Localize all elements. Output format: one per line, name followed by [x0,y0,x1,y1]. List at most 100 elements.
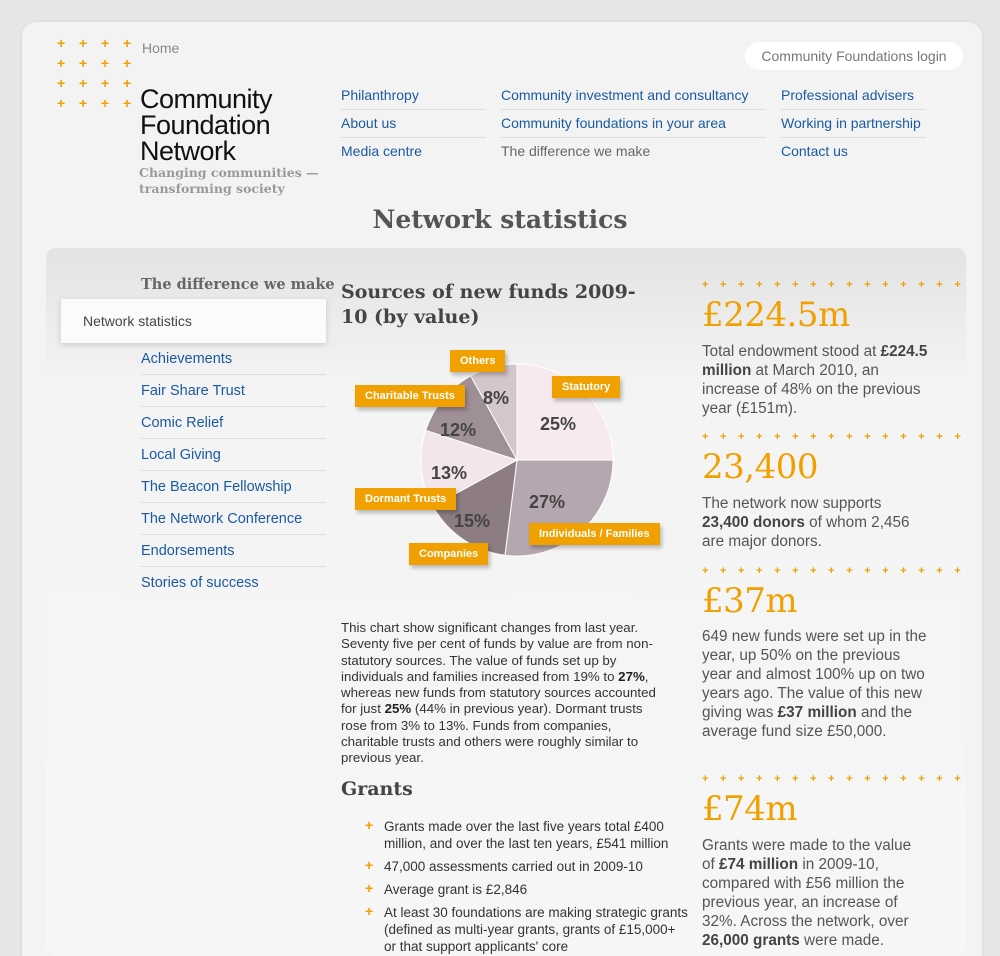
stat-endowment-value: £224.5m [702,295,850,335]
tagline-line: Changing communities — [139,165,319,180]
list-item-text: Grants made over the last five years tot… [384,819,669,851]
logo-plus-icon: + [57,95,66,111]
list-item: + Average grant is £2,846 [365,880,690,898]
plus-divider-icon: +++++++++++++++ [702,773,973,785]
chart-label-statutory: Statutory [552,376,621,398]
sidebar-item-beacon-fellowship[interactable]: The Beacon Fellowship [141,471,326,503]
chart-value-others: 8% [483,388,510,408]
stat-new-funds-text: 649 new funds were set up in the year, u… [702,627,928,741]
pie-chart: Others Statutory Charitable Trusts Dorma… [346,346,676,576]
plus-bullet-icon: + [365,880,374,896]
nav-column-1: Philanthropy About us Media centre [341,82,486,166]
nav-philanthropy[interactable]: Philanthropy [341,82,486,110]
site-logo[interactable]: Community Foundation Network [140,84,273,166]
home-link[interactable]: Home [142,40,179,56]
plus-divider-icon: +++++++++++++++ [702,565,973,577]
nav-media-centre[interactable]: Media centre [341,138,486,166]
tagline: Changing communities — transforming soci… [139,165,319,197]
logo-line: Foundation [140,110,271,140]
list-item-text: At least 30 foundations are making strat… [384,905,688,954]
logo-plus-icon: + [101,35,110,51]
chart-label-dormant-trusts: Dormant Trusts [355,488,457,510]
nav-difference-we-make[interactable]: The difference we make [501,138,766,166]
logo-line: Community [140,84,273,114]
plus-bullet-icon: + [365,903,374,919]
logo-plus-icon: + [101,95,110,111]
chart-label-others: Others [450,350,506,372]
stat-grants-value: £74m [702,789,798,829]
chart-value-statutory: 25% [540,414,577,434]
stat-bold: £37 million [777,704,857,721]
sidebar-item-comic-relief[interactable]: Comic Relief [141,407,326,439]
nav-about-us[interactable]: About us [341,110,486,138]
sidebar-item-endorsements[interactable]: Endorsements [141,535,326,567]
plus-divider-icon: +++++++++++++++ [702,279,973,291]
sidebar-item-local-giving[interactable]: Local Giving [141,439,326,471]
stat-text: were made. [799,932,884,949]
chart-title: Sources of new funds 2009-10 (by value) [341,281,636,328]
plus-bullet-icon: + [365,857,374,873]
nav-column-2: Community investment and consultancy Com… [501,82,766,166]
logo-line: Network [140,136,236,166]
stat-text: The network now supports [702,495,882,512]
stat-grants-text: Grants were made to the value of £74 mil… [702,836,928,950]
nav-contact-us[interactable]: Contact us [781,138,926,166]
stat-bold: 26,000 grants [702,932,800,949]
page-title: Network statistics [372,205,628,234]
chart-value-dormant-trusts: 13% [431,463,468,483]
list-item: +47,000 assessments carried out in 2009-… [365,857,690,875]
desc-bold: 27% [618,668,645,684]
chart-label-individuals-families: Individuals / Families [529,523,660,545]
nav-professional-advisers[interactable]: Professional advisers [781,82,926,110]
logo-plus-icon: + [79,75,88,91]
nav-community-investment[interactable]: Community investment and consultancy [501,82,766,110]
logo-plus-icon: + [57,35,66,51]
logo-plus-icon: + [79,35,88,51]
sidebar-heading: The difference we make [141,276,335,293]
tagline-line: transforming society [139,181,285,196]
login-button[interactable]: Community Foundations login [745,42,963,70]
stat-endowment-text: Total endowment stood at £224.5 million … [702,342,928,418]
plus-divider-icon: +++++++++++++++ [702,431,973,443]
chart-value-companies: 15% [454,511,491,531]
stat-new-funds-value: £37m [702,581,798,621]
desc-text: This chart show significant changes from… [341,620,653,684]
list-item-text: 47,000 assessments carried out in 2009-1… [384,859,643,874]
chart-label-companies: Companies [409,543,489,565]
chart-label-charitable-trusts: Charitable Trusts [355,385,465,407]
stat-bold: £74 million [719,856,799,873]
desc-bold: 25% [384,701,412,717]
sidebar-item-fair-share-trust[interactable]: Fair Share Trust [141,375,326,407]
logo-plus-icon: + [79,55,88,71]
grants-list: + Grants made over the last five years to… [365,817,690,956]
sidebar-item-active[interactable]: Network statistics [61,299,326,343]
nav-column-3: Professional advisers Working in partner… [781,82,926,166]
chart-description: This chart show significant changes from… [341,620,666,767]
sidebar-item-stories-of-success[interactable]: Stories of success [141,567,326,599]
grants-heading: Grants [341,778,413,800]
nav-community-foundations[interactable]: Community foundations in your area [501,110,766,138]
logo-plus-icon: + [57,55,66,71]
logo-plus-icon: + [123,35,132,51]
stat-bold: 23,400 donors [702,514,805,531]
list-item-text: Average grant is £2,846 [384,882,528,897]
nav-working-in-partnership[interactable]: Working in partnership [781,110,926,138]
logo-plus-icon: + [101,75,110,91]
stat-donors-value: 23,400 [702,447,818,487]
sidebar-list: Achievements Fair Share Trust Comic Reli… [141,343,326,599]
logo-plus-icon: + [123,75,132,91]
plus-bullet-icon: + [365,817,374,833]
logo-plus-icon: + [101,55,110,71]
sidebar-item-achievements[interactable]: Achievements [141,343,326,375]
logo-plus-icon: + [123,95,132,111]
logo-plus-icon: + [57,75,66,91]
stat-donors-text: The network now supports 23,400 donors o… [702,494,928,551]
list-item: + At least 30 foundations are making stra… [365,903,690,955]
sidebar-item-network-conference[interactable]: The Network Conference [141,503,326,535]
list-item: + Grants made over the last five years to… [365,817,690,852]
chart-value-individuals-families: 27% [529,492,566,512]
logo-plus-icon: + [79,95,88,111]
chart-value-charitable-trusts: 12% [440,420,477,440]
logo-plus-icon: + [123,55,132,71]
stat-text: Total endowment stood at [702,343,881,360]
